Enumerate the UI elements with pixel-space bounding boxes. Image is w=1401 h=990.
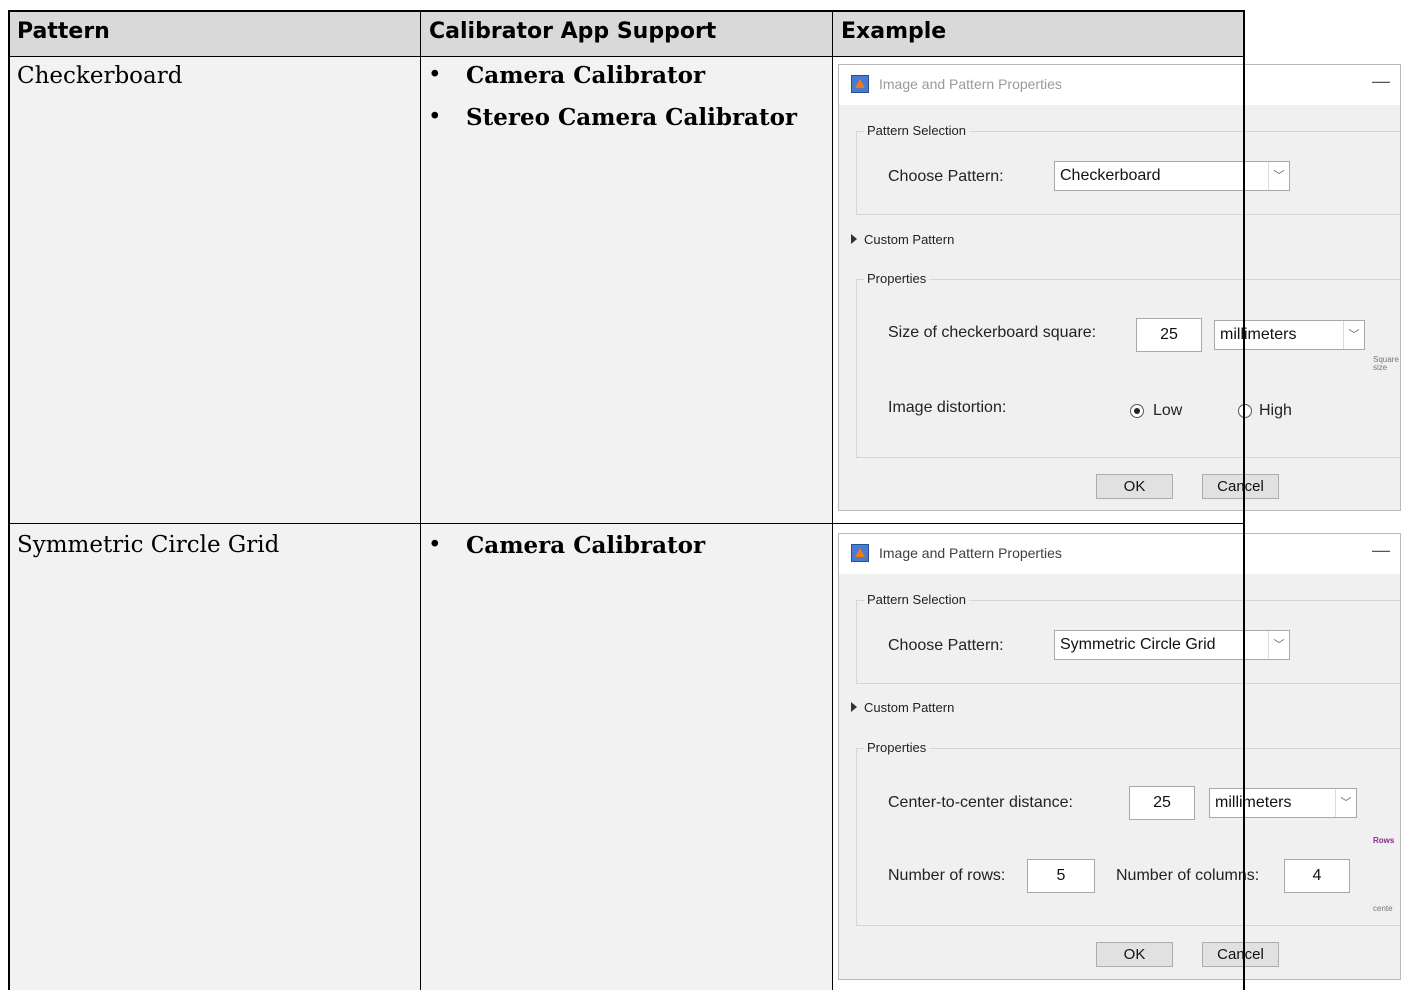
distance-label: Center-to-center distance: <box>888 794 1073 811</box>
row1-pattern-name: Checkerboard <box>17 63 183 89</box>
side-annotation-rows: Rows <box>1373 836 1395 845</box>
radio-low[interactable] <box>1130 404 1144 418</box>
side-annotation-center: cente <box>1373 904 1393 913</box>
chevron-down-icon: ﹀ <box>1335 789 1356 817</box>
group-legend: Properties <box>864 740 930 755</box>
columns-input[interactable]: 4 <box>1284 859 1350 893</box>
units-select[interactable]: millimeters ﹀ <box>1209 788 1357 818</box>
ok-button[interactable]: OK <box>1096 942 1173 967</box>
dialog-titlebar: Image and Pattern Properties — <box>839 65 1400 105</box>
grid-line <box>8 56 1245 57</box>
grid-line <box>1243 10 1245 990</box>
header-app-support: Calibrator App Support <box>420 10 832 56</box>
low-label: Low <box>1153 402 1183 419</box>
units-select[interactable]: millimeters ﹀ <box>1214 320 1365 350</box>
row2-app-cell: • Camera Calibrator <box>420 524 832 990</box>
circle-grid-dialog-image: Image and Pattern Properties — Pattern S… <box>838 533 1401 980</box>
pattern-selection-group: Pattern Selection Choose Pattern: Symmet… <box>856 592 1400 684</box>
size-label: Size of checkerboard square: <box>888 324 1097 341</box>
bullet-icon: • <box>428 532 442 558</box>
pattern-table: Pattern Calibrator App Support Example C… <box>0 0 1401 990</box>
distortion-label: Image distortion: <box>888 399 1007 416</box>
dialog-titlebar: Image and Pattern Properties — <box>839 534 1400 574</box>
distance-input[interactable]: 25 <box>1129 786 1195 820</box>
dialog-title: Image and Pattern Properties <box>879 545 1062 561</box>
minimize-button[interactable]: — <box>1372 540 1390 561</box>
select-value: millimeters <box>1220 326 1297 343</box>
bullet-icon: • <box>428 62 442 88</box>
properties-group: Properties Center-to-center distance: 25… <box>856 740 1400 926</box>
header-pattern: Pattern <box>8 10 420 56</box>
app-name: Camera Calibrator <box>466 62 706 89</box>
expand-triangle-icon <box>851 702 857 712</box>
ok-button[interactable]: OK <box>1096 474 1173 499</box>
select-value: Checkerboard <box>1060 167 1161 184</box>
app-name: Stereo Camera Calibrator <box>466 104 798 131</box>
size-input[interactable]: 25 <box>1136 318 1202 352</box>
choose-pattern-label: Choose Pattern: <box>888 637 1004 654</box>
high-label: High <box>1259 402 1292 419</box>
minimize-button[interactable]: — <box>1372 71 1390 92</box>
app-name: Camera Calibrator <box>466 532 706 559</box>
checkerboard-dialog-image: Image and Pattern Properties — Pattern S… <box>838 64 1401 511</box>
row1-app-cell: • Camera Calibrator • Stereo Camera Cali… <box>420 56 832 523</box>
chevron-down-icon: ﹀ <box>1343 321 1364 349</box>
cancel-button[interactable]: Cancel <box>1202 942 1279 967</box>
chevron-down-icon: ﹀ <box>1268 162 1289 190</box>
grid-line <box>832 10 833 990</box>
select-value: Symmetric Circle Grid <box>1060 636 1216 653</box>
chevron-down-icon: ﹀ <box>1268 631 1289 659</box>
custom-pattern-toggle[interactable]: Custom Pattern <box>851 700 954 715</box>
pattern-selection-group: Pattern Selection Choose Pattern: Checke… <box>856 123 1400 215</box>
group-legend: Properties <box>864 271 930 286</box>
dialog-title: Image and Pattern Properties <box>879 76 1062 92</box>
choose-pattern-select[interactable]: Symmetric Circle Grid ﹀ <box>1054 630 1290 660</box>
radio-high[interactable] <box>1238 404 1252 418</box>
row1-pattern-cell: Checkerboard <box>8 56 420 523</box>
columns-label: Number of columns: <box>1116 867 1260 884</box>
custom-pattern-label: Custom Pattern <box>864 700 955 715</box>
custom-pattern-label: Custom Pattern <box>864 232 955 247</box>
expand-triangle-icon <box>851 234 857 244</box>
rows-label: Number of rows: <box>888 867 1006 884</box>
group-legend: Pattern Selection <box>864 592 970 607</box>
choose-pattern-label: Choose Pattern: <box>888 168 1004 185</box>
matlab-icon <box>851 75 869 93</box>
header-example: Example <box>832 10 1244 56</box>
rows-input[interactable]: 5 <box>1027 859 1095 893</box>
row2-pattern-cell: Symmetric Circle Grid <box>8 524 420 990</box>
bullet-icon: • <box>428 104 442 130</box>
grid-line <box>8 10 10 990</box>
select-value: millimeters <box>1215 794 1292 811</box>
matlab-icon <box>851 544 869 562</box>
choose-pattern-select[interactable]: Checkerboard ﹀ <box>1054 161 1290 191</box>
row2-pattern-name: Symmetric Circle Grid <box>17 532 280 558</box>
custom-pattern-toggle[interactable]: Custom Pattern <box>851 232 954 247</box>
properties-group: Properties Size of checkerboard square: … <box>856 271 1400 458</box>
cancel-button[interactable]: Cancel <box>1202 474 1279 499</box>
side-annotation: Square size <box>1373 355 1399 372</box>
group-legend: Pattern Selection <box>864 123 970 138</box>
grid-line <box>420 10 421 990</box>
grid-line <box>8 523 1245 524</box>
